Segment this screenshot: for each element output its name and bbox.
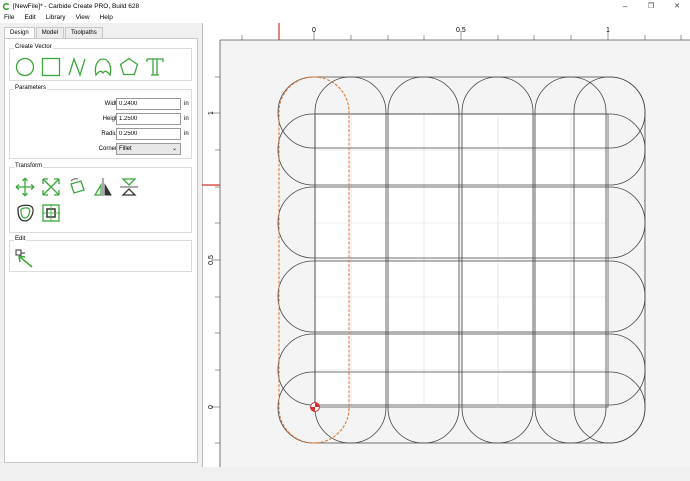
menu-view[interactable]: View — [76, 14, 90, 21]
text-tool-icon[interactable] — [144, 56, 166, 78]
radius-unit: in — [184, 131, 189, 137]
edit-title: Edit — [14, 236, 27, 242]
tab-model[interactable]: Model — [35, 27, 65, 38]
h-ruler-label-0-5: 0.5 — [456, 27, 466, 34]
scale-icon[interactable] — [40, 176, 62, 198]
mirror-vertical-icon[interactable] — [118, 176, 140, 198]
app-logo-icon — [2, 2, 10, 10]
edit-group: Edit — [9, 236, 192, 272]
offset-icon[interactable] — [14, 202, 36, 224]
create-vector-group: Create Vector — [9, 44, 192, 81]
radius-row: Radius in — [10, 128, 193, 141]
h-ruler-label-0: 0 — [312, 27, 316, 34]
transform-title: Transform — [14, 163, 44, 169]
menu-file[interactable]: File — [4, 14, 14, 21]
height-unit: in — [184, 116, 189, 122]
origin-marker-icon — [310, 402, 320, 412]
parameters-title: Parameters — [14, 85, 48, 91]
radius-field[interactable] — [116, 128, 181, 140]
polyline-tool-icon[interactable] — [66, 56, 88, 78]
chevron-down-icon: ⌄ — [171, 146, 177, 152]
width-row: Width in — [10, 98, 193, 111]
rectangle-tool-icon[interactable] — [40, 56, 62, 78]
v-ruler-label-0-5: 0.5 — [208, 255, 215, 265]
tab-bar: Design Model Toolpaths — [4, 27, 198, 38]
close-button[interactable]: ✕ — [664, 0, 690, 12]
v-ruler-label-0: 0 — [208, 405, 215, 409]
design-tab-panel: Create Vector Parameters Width 0.2400 in… — [4, 38, 198, 463]
menu-help[interactable]: Help — [100, 14, 113, 21]
design-canvas[interactable]: 0 0.5 1 1 0.5 0 — [201, 23, 690, 467]
left-panel: Design Model Toolpaths Create Vector Par… — [4, 27, 198, 463]
mirror-horizontal-icon[interactable] — [92, 176, 114, 198]
corners-selected-value: Fillet — [119, 146, 132, 152]
restore-button[interactable]: ❐ — [638, 0, 664, 12]
menu-bar: File Edit Library View Help — [0, 12, 690, 23]
stock-area[interactable] — [314, 113, 609, 408]
v-ruler-label-1: 1 — [208, 111, 215, 115]
rotate-icon[interactable] — [66, 176, 88, 198]
height-field[interactable] — [116, 113, 181, 125]
title-bar: [NewFile]* - Carbide Create PRO, Build 6… — [0, 0, 690, 12]
corners-select[interactable]: Fillet ⌄ — [116, 143, 181, 155]
tab-design[interactable]: Design — [4, 27, 35, 38]
create-vector-title: Create Vector — [14, 44, 53, 50]
horizontal-ruler[interactable] — [202, 23, 690, 40]
tab-toolpaths[interactable]: Toolpaths — [65, 27, 103, 38]
circle-tool-icon[interactable] — [14, 56, 36, 78]
menu-edit[interactable]: Edit — [24, 14, 35, 21]
node-edit-icon[interactable] — [14, 247, 36, 269]
transform-group: Transform — [9, 163, 192, 233]
corners-row: Corners Fillet ⌄ — [10, 143, 193, 156]
polygon-tool-icon[interactable] — [118, 56, 140, 78]
minimize-button[interactable]: – — [612, 0, 638, 12]
move-icon[interactable] — [14, 176, 36, 198]
align-icon[interactable] — [40, 202, 62, 224]
width-field[interactable] — [116, 98, 181, 110]
parameters-group: Parameters Width in Height in Radius in … — [9, 85, 193, 159]
canvas-svg[interactable]: 0 0.5 1 1 0.5 0 — [201, 23, 690, 467]
h-ruler-label-1: 1 — [606, 27, 610, 34]
menu-library[interactable]: Library — [46, 14, 66, 21]
width-unit: in — [184, 101, 189, 107]
window-title: [NewFile]* - Carbide Create PRO, Build 6… — [13, 2, 140, 10]
vertical-ruler[interactable] — [202, 40, 220, 467]
height-row: Height in — [10, 113, 193, 126]
curve-tool-icon[interactable] — [92, 56, 114, 78]
